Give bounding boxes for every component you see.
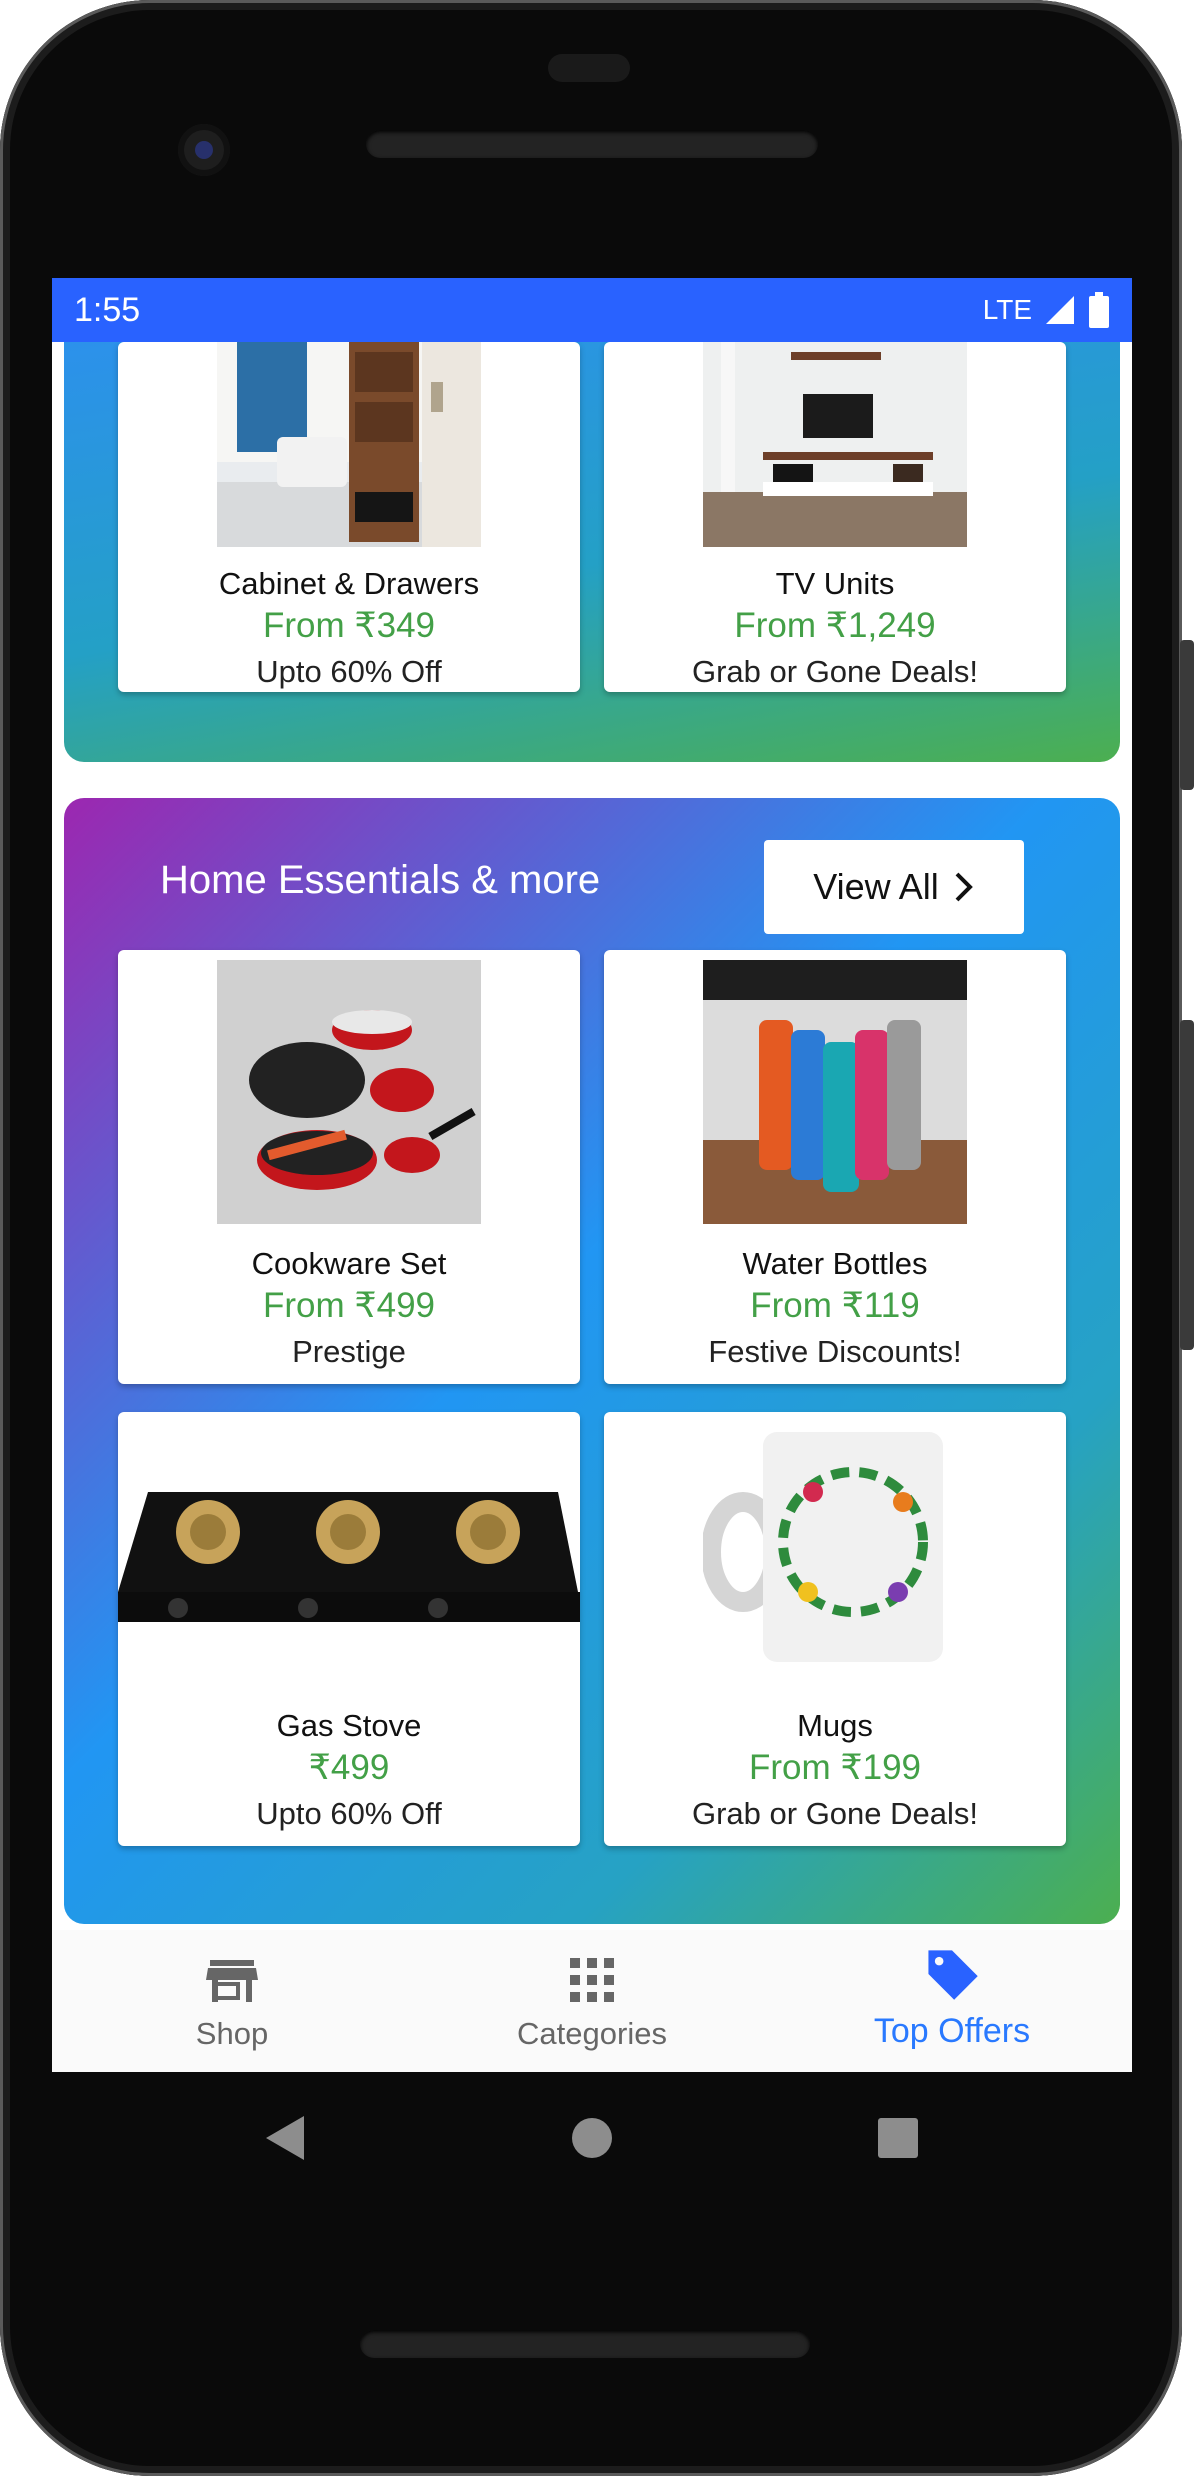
status-time: 1:55 bbox=[74, 290, 141, 329]
screen: 1:55 LTE Cabinet & Drawers From ₹349 Upt… bbox=[52, 278, 1132, 2072]
product-note: Festive Discounts! bbox=[708, 1334, 962, 1369]
product-price: From ₹1,249 bbox=[734, 606, 936, 645]
battery-icon bbox=[1089, 292, 1109, 328]
nav-label: Top Offers bbox=[873, 2012, 1031, 2050]
bottles-photo bbox=[703, 960, 967, 1224]
nav-label: Shop bbox=[195, 2016, 269, 2051]
volume-button bbox=[1180, 1020, 1194, 1350]
product-card-tv-units[interactable]: TV Units From ₹1,249 Grab or Gone Deals! bbox=[604, 342, 1066, 692]
product-name: Mugs bbox=[797, 1708, 873, 1743]
speaker-grille bbox=[366, 130, 818, 158]
product-price: From ₹349 bbox=[262, 606, 436, 645]
furniture-section: Cabinet & Drawers From ₹349 Upto 60% Off bbox=[64, 342, 1120, 762]
section-header: Home Essentials & more View All bbox=[64, 798, 1120, 948]
product-name: Gas Stove bbox=[276, 1708, 422, 1743]
product-name: TV Units bbox=[775, 566, 895, 601]
product-name: Cabinet & Drawers bbox=[218, 566, 480, 601]
product-note: Upto 60% Off bbox=[256, 1796, 442, 1831]
network-type: LTE bbox=[982, 294, 1032, 325]
product-price: From ₹199 bbox=[748, 1748, 922, 1787]
grid-icon bbox=[570, 1958, 614, 2002]
home-essentials-section: Home Essentials & more View All Cookware… bbox=[64, 798, 1120, 1924]
bottom-navigation: Shop Categories Top Offers bbox=[52, 1930, 1132, 2072]
product-price: ₹499 bbox=[308, 1748, 390, 1787]
tv-unit-photo bbox=[703, 342, 967, 547]
gas-stove-photo bbox=[118, 1422, 580, 1686]
signal-icon bbox=[1046, 296, 1074, 324]
nav-label: Categories bbox=[517, 2016, 667, 2051]
product-card-cabinet[interactable]: Cabinet & Drawers From ₹349 Upto 60% Off bbox=[118, 342, 580, 692]
section-title: Home Essentials & more bbox=[160, 858, 601, 902]
cookware-photo bbox=[217, 960, 481, 1224]
view-all-button[interactable]: View All bbox=[764, 840, 1024, 934]
chevron-right-icon bbox=[955, 872, 973, 902]
product-price: From ₹499 bbox=[262, 1286, 436, 1325]
product-name: Cookware Set bbox=[251, 1246, 447, 1281]
system-navigation bbox=[52, 2072, 1132, 2202]
nav-categories[interactable]: Categories bbox=[412, 1930, 772, 2072]
product-price: From ₹119 bbox=[750, 1286, 920, 1325]
status-bar: 1:55 LTE bbox=[52, 278, 1132, 342]
recents-icon[interactable] bbox=[868, 2108, 928, 2168]
tag-icon bbox=[928, 1950, 978, 2000]
cabinet-drawers-photo bbox=[217, 342, 481, 547]
product-name: Water Bottles bbox=[742, 1246, 928, 1281]
product-card-cookware[interactable]: Cookware Set From ₹499 Prestige bbox=[118, 950, 580, 1384]
product-note: Prestige bbox=[292, 1334, 406, 1369]
scroll-content[interactable]: Cabinet & Drawers From ₹349 Upto 60% Off bbox=[52, 342, 1132, 1930]
front-camera bbox=[178, 124, 230, 176]
store-icon bbox=[206, 1960, 258, 2002]
back-icon[interactable] bbox=[256, 2108, 316, 2168]
product-card-mugs[interactable]: Mugs From ₹199 Grab or Gone Deals! bbox=[604, 1412, 1066, 1846]
mug-photo bbox=[703, 1422, 967, 1686]
product-note: Upto 60% Off bbox=[256, 654, 442, 689]
product-card-gas-stove[interactable]: Gas Stove ₹499 Upto 60% Off bbox=[118, 1412, 580, 1846]
power-button bbox=[1180, 640, 1194, 790]
product-note: Grab or Gone Deals! bbox=[691, 1796, 979, 1831]
home-icon[interactable] bbox=[562, 2108, 622, 2168]
earpiece bbox=[548, 54, 630, 82]
product-note: Grab or Gone Deals! bbox=[691, 654, 979, 689]
view-all-label: View All bbox=[813, 866, 939, 907]
product-card-water-bottles[interactable]: Water Bottles From ₹119 Festive Discount… bbox=[604, 950, 1066, 1384]
nav-shop[interactable]: Shop bbox=[52, 1930, 412, 2072]
nav-top-offers[interactable]: Top Offers bbox=[772, 1930, 1132, 2072]
bottom-speaker-grille bbox=[360, 2330, 810, 2358]
